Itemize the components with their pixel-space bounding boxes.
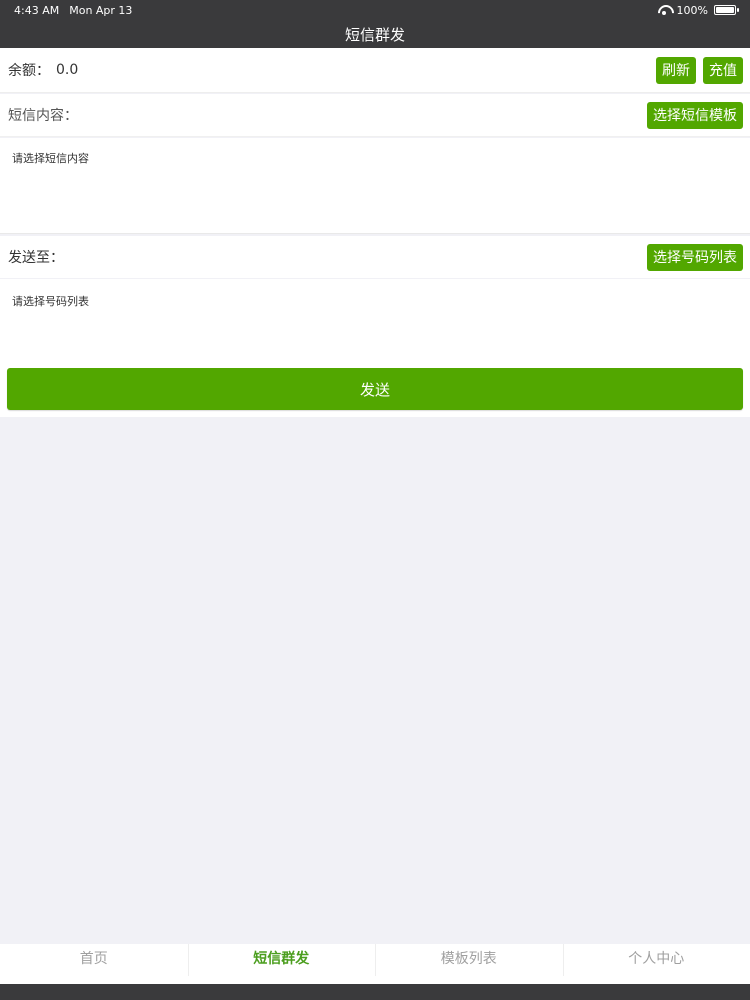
- balance-row: 余额： 0.0 刷新 充值: [0, 48, 750, 93]
- select-template-button[interactable]: 选择短信模板: [647, 101, 743, 129]
- send-button[interactable]: 发送: [7, 368, 743, 410]
- recipients-header: 发送至： 选择号码列表: [0, 236, 750, 278]
- tab-sms-broadcast[interactable]: 短信群发: [187, 944, 376, 984]
- home-indicator-bar: [0, 984, 750, 1000]
- battery-percent: 100%: [676, 3, 708, 17]
- sms-broadcast-screen: 4:43 AM Mon Apr 13 100% 短信群发 余额： 0.0 刷新 …: [0, 0, 750, 1000]
- recipients-area[interactable]: 请选择号码列表: [0, 279, 750, 363]
- recipients-label: 发送至：: [8, 250, 64, 266]
- tab-template-list-label: 模板列表: [440, 951, 497, 967]
- tab-profile-label: 个人中心: [628, 951, 685, 967]
- tab-sms-broadcast-label: 短信群发: [253, 951, 310, 967]
- status-date: Mon Apr 13: [69, 3, 133, 17]
- balance-value: 0.0: [56, 62, 79, 78]
- balance-label: 余额：: [8, 63, 50, 79]
- recharge-button[interactable]: 充值: [703, 56, 743, 84]
- sms-content-header: 短信内容： 选择短信模板: [0, 94, 750, 137]
- nav-bar: 短信群发: [0, 20, 750, 48]
- sms-content-label: 短信内容：: [8, 108, 78, 124]
- select-numbers-button[interactable]: 选择号码列表: [647, 243, 743, 271]
- recipients-placeholder: 请选择号码列表: [12, 295, 89, 308]
- sms-content-area[interactable]: 请选择短信内容: [0, 138, 750, 234]
- tab-home-label: 首页: [79, 951, 108, 967]
- tab-bar: 首页 短信群发 模板列表 个人中心: [0, 944, 750, 984]
- send-container: 发送: [0, 363, 750, 417]
- page-title: 短信群发: [344, 25, 405, 44]
- tab-profile[interactable]: 个人中心: [562, 944, 750, 984]
- sms-content-placeholder: 请选择短信内容: [12, 152, 89, 165]
- status-bar: 4:43 AM Mon Apr 13 100%: [0, 0, 750, 20]
- refresh-button[interactable]: 刷新: [656, 56, 696, 84]
- tab-home[interactable]: 首页: [0, 944, 188, 984]
- tab-template-list[interactable]: 模板列表: [375, 944, 563, 984]
- wifi-icon: [657, 5, 671, 15]
- status-time: 4:43 AM: [14, 3, 60, 17]
- battery-icon: [714, 5, 739, 15]
